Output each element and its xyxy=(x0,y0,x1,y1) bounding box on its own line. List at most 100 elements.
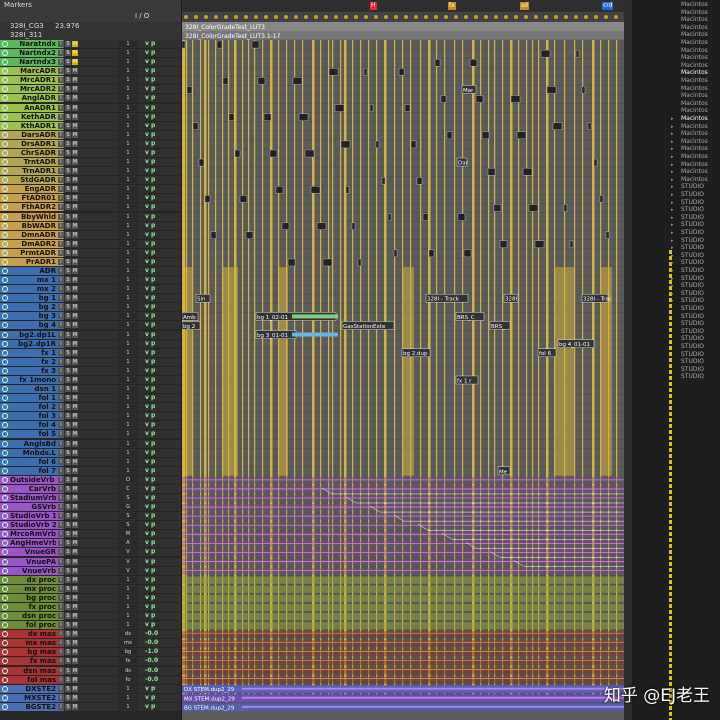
track-row[interactable]: Mnbds.L i S M 1 v p xyxy=(0,448,181,458)
track-io-selector[interactable]: 1 xyxy=(118,622,138,629)
input-monitor-button[interactable]: i xyxy=(58,667,64,674)
audio-clip[interactable] xyxy=(222,77,229,85)
aux-lane[interactable] xyxy=(182,603,624,612)
track-io-selector[interactable]: 1 xyxy=(118,295,138,302)
solo-button[interactable]: S xyxy=(65,222,71,229)
track-name[interactable]: StadiumVrb xyxy=(10,494,56,502)
mute-button[interactable]: M xyxy=(72,467,78,474)
track-row[interactable]: fol 6iSM 1 v p xyxy=(0,457,181,467)
clip-list-item[interactable]: STUDIO xyxy=(681,245,720,251)
master-lane[interactable] xyxy=(182,640,624,648)
input-monitor-button[interactable]: i xyxy=(58,349,64,356)
track-row[interactable]: AngHmeVrb i S M Av p xyxy=(0,539,181,548)
track-name[interactable]: OutsideVrb 1 xyxy=(10,476,56,484)
track-type-icon[interactable] xyxy=(2,159,8,166)
track-name[interactable]: KethADR xyxy=(10,113,56,121)
solo-button[interactable]: S xyxy=(65,113,71,120)
track-io-selector[interactable]: 1 xyxy=(118,313,138,320)
solo-button[interactable]: S xyxy=(65,313,71,320)
input-monitor-button[interactable]: i xyxy=(58,458,64,465)
track-voice-playlist[interactable]: v p xyxy=(145,149,175,157)
input-monitor-button[interactable]: i xyxy=(58,131,64,138)
track-io-selector[interactable]: M xyxy=(118,531,138,538)
track-voice-playlist[interactable]: v p xyxy=(145,685,175,693)
aux-lane[interactable] xyxy=(182,585,624,593)
input-monitor-button[interactable]: i xyxy=(58,449,64,456)
audio-clip[interactable] xyxy=(475,95,484,103)
track-voice-playlist[interactable]: -0.0 xyxy=(145,630,175,638)
track-voice-playlist[interactable]: v p xyxy=(145,113,175,121)
audio-clip[interactable] xyxy=(375,140,380,149)
track-io-selector[interactable]: 1 xyxy=(118,159,138,166)
expand-triangle-icon[interactable]: ▸ xyxy=(671,283,674,289)
track-name[interactable]: BbWADR xyxy=(10,222,56,230)
solo-button[interactable]: S xyxy=(65,458,71,465)
track-io-selector[interactable]: 1 xyxy=(118,131,138,138)
track-voice-playlist[interactable]: v p xyxy=(145,67,175,75)
track-row[interactable]: bg mas i S Mbg -1.0 xyxy=(0,648,181,657)
input-monitor-button[interactable]: i xyxy=(58,177,64,184)
input-monitor-button[interactable]: i xyxy=(58,585,64,592)
input-monitor-button[interactable]: i xyxy=(58,603,64,610)
track-voice-playlist[interactable]: v p xyxy=(145,585,175,593)
mute-button[interactable]: M xyxy=(72,68,78,75)
track-name[interactable]: dsn 1 xyxy=(10,385,56,393)
solo-button[interactable]: S xyxy=(65,567,71,574)
track-io-selector[interactable]: 1 xyxy=(118,59,138,66)
track-io-selector[interactable]: 1 xyxy=(118,86,138,93)
solo-button[interactable]: S xyxy=(65,440,71,447)
track-type-icon[interactable] xyxy=(2,467,8,474)
track-voice-playlist[interactable]: v p xyxy=(145,240,175,248)
track-name[interactable]: StudioVrb 1 xyxy=(10,512,56,520)
clip-list-item[interactable]: STUDIO xyxy=(681,359,720,365)
mute-button[interactable]: M xyxy=(72,413,78,420)
track-io-selector[interactable]: 1 xyxy=(118,694,138,701)
track-voice-playlist[interactable]: v p xyxy=(145,449,175,457)
audio-clip[interactable] xyxy=(428,249,435,258)
expand-triangle-icon[interactable]: ▸ xyxy=(671,291,674,297)
track-voice-playlist[interactable]: v p xyxy=(145,467,175,475)
reverb-lane[interactable] xyxy=(182,495,624,503)
audio-clip[interactable] xyxy=(328,68,339,76)
solo-button[interactable]: S xyxy=(65,404,71,411)
clip-list-item[interactable]: Macintos xyxy=(681,93,720,99)
track-row[interactable]: EngADR i S M 1 v p xyxy=(0,185,181,194)
audio-clip[interactable] xyxy=(581,86,586,94)
solo-button[interactable]: S xyxy=(65,685,71,692)
track-row[interactable]: dsn proc i S M 1 v p xyxy=(0,612,181,621)
mute-button[interactable]: M xyxy=(72,304,78,311)
track-name[interactable]: Mnbds.L xyxy=(10,449,56,457)
audio-clip[interactable] xyxy=(587,122,592,131)
track-name[interactable]: Nartndx3 xyxy=(10,58,56,66)
solo-button[interactable]: S xyxy=(65,413,71,420)
solo-button[interactable]: S xyxy=(65,649,71,656)
solo-button[interactable]: S xyxy=(65,41,71,47)
expand-triangle-icon[interactable]: ▸ xyxy=(671,139,674,145)
clip-list-item[interactable]: Macintos xyxy=(681,55,720,61)
track-name[interactable]: mx mas xyxy=(10,639,56,647)
mute-button[interactable]: M xyxy=(72,59,78,66)
track-io-selector[interactable]: 1 xyxy=(118,703,138,710)
track-name[interactable]: VnuePA xyxy=(10,558,56,566)
track-name[interactable]: bg mas xyxy=(10,648,56,656)
track-row[interactable]: TrntADR i S M 1 v p xyxy=(0,158,181,167)
track-name[interactable]: fol mas xyxy=(10,676,56,684)
audio-clip[interactable] xyxy=(334,104,345,112)
track-io-selector[interactable]: V xyxy=(118,549,138,556)
track-voice-playlist[interactable]: v p xyxy=(145,249,175,257)
track-name[interactable]: StudioVrb 2 xyxy=(10,521,56,529)
solo-button[interactable]: S xyxy=(65,513,71,520)
master-lane[interactable] xyxy=(182,667,624,675)
track-name[interactable]: bg2.dp1R xyxy=(10,340,56,348)
track-voice-playlist[interactable]: -0.0 xyxy=(145,639,175,647)
audio-clip[interactable] xyxy=(216,40,223,49)
mute-button[interactable]: M xyxy=(72,222,78,229)
solo-button[interactable]: S xyxy=(65,258,71,265)
solo-button[interactable]: S xyxy=(65,131,71,138)
track-io-selector[interactable]: 1 xyxy=(118,603,138,610)
mute-button[interactable]: M xyxy=(72,531,78,538)
input-monitor-button[interactable]: i xyxy=(58,522,64,529)
input-monitor-button[interactable]: i xyxy=(58,258,64,265)
track-voice-playlist[interactable]: v p xyxy=(145,494,175,502)
solo-button[interactable]: S xyxy=(65,485,71,492)
